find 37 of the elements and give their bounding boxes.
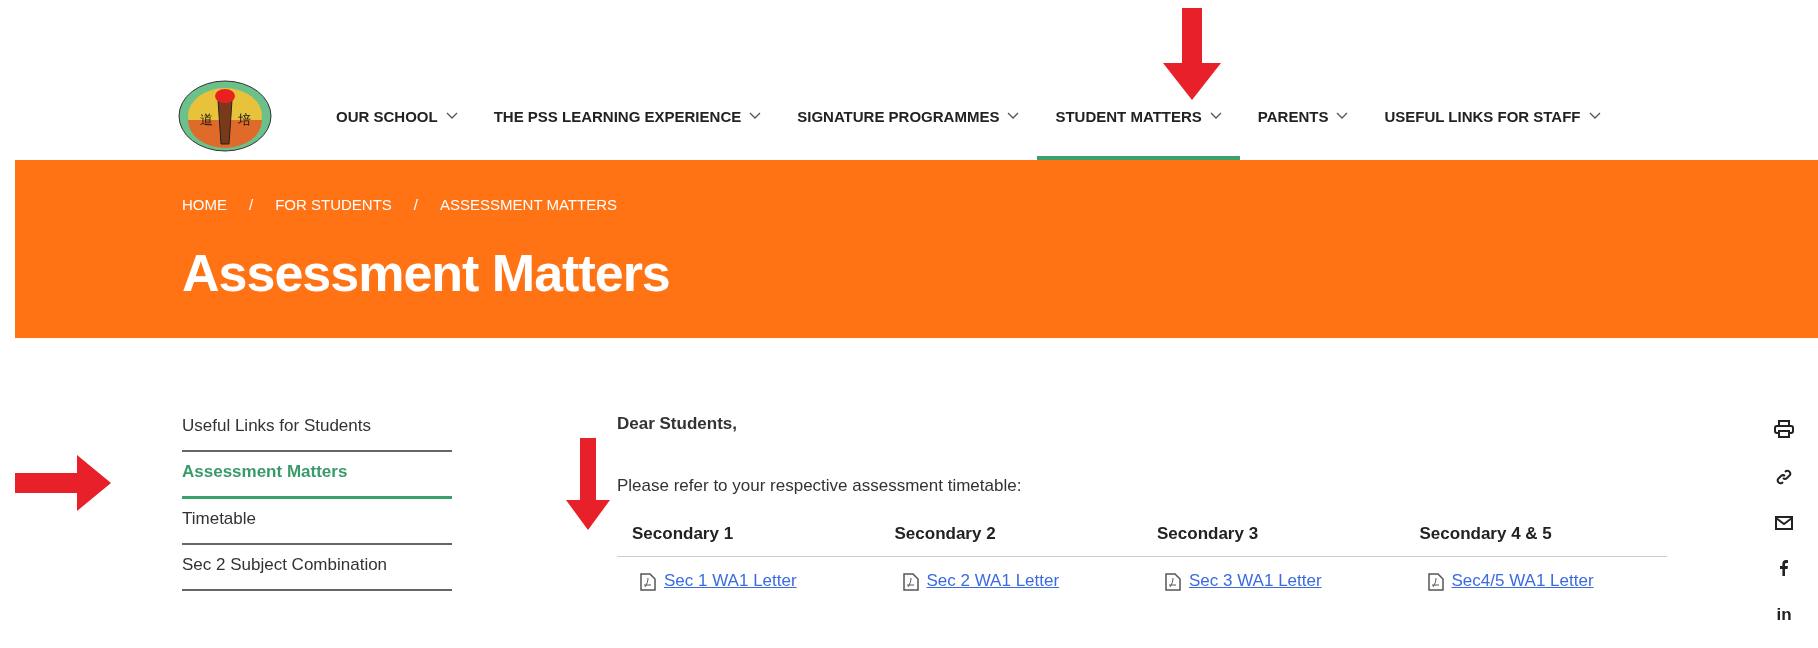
greeting-text: Dear Students,	[617, 414, 738, 434]
pdf-file-icon	[1427, 572, 1444, 591]
nav-menu-item[interactable]: OUR SCHOOL	[318, 76, 476, 160]
chevron-down-icon	[445, 112, 458, 120]
chevron-down-icon	[1209, 112, 1222, 120]
sidebar-link[interactable]: Useful Links for Students	[182, 406, 452, 452]
page-title: Assessment Matters	[182, 243, 671, 303]
chevron-down-icon	[749, 112, 762, 120]
sidebar-link[interactable]: Timetable	[182, 499, 452, 545]
nav-menu-item[interactable]: SIGNATURE PROGRAMMES	[779, 76, 1038, 160]
school-crest-logo[interactable]: 道 培	[178, 80, 272, 152]
facebook-icon[interactable]	[1779, 560, 1789, 576]
letter-pdf-link[interactable]: Sec4/5 WA1 Letter	[1451, 571, 1594, 590]
nav-menu-item[interactable]: PARENTS	[1239, 76, 1367, 160]
pdf-file-icon	[1165, 572, 1181, 591]
pdf-file-icon	[902, 572, 919, 591]
letter-pdf-link[interactable]: Sec 3 WA1 Letter	[1189, 571, 1322, 590]
nav-menu-item[interactable]: USEFUL LINKS FOR STAFF	[1366, 76, 1619, 160]
print-icon[interactable]	[1774, 420, 1794, 438]
intro-text: Please refer to your respective assessment timetable:	[617, 476, 1023, 496]
link-icon[interactable]	[1775, 468, 1793, 486]
sidebar-link[interactable]: Sec 2 Subject Combination	[182, 545, 452, 591]
column-header: Secondary 4 & 5	[1404, 512, 1667, 557]
chevron-down-icon	[1007, 112, 1020, 120]
chevron-down-icon	[1336, 112, 1349, 120]
chevron-down-icon	[1588, 112, 1601, 120]
mail-icon[interactable]	[1775, 516, 1793, 530]
column-header: Secondary 3	[1142, 512, 1405, 557]
pdf-file-icon	[640, 572, 656, 591]
column-header: Secondary 1	[617, 512, 880, 557]
linkedin-icon[interactable]: in	[1776, 606, 1792, 624]
breadcrumb-separator: /	[249, 196, 254, 213]
letter-pdf-link[interactable]: Sec 2 WA1 Letter	[926, 571, 1060, 590]
nav-menu-item[interactable]: THE PSS LEARNING EXPERIENCE	[475, 76, 780, 160]
column-header: Secondary 2	[879, 512, 1142, 557]
breadcrumb-separator: /	[413, 196, 418, 213]
letter-pdf-link[interactable]: Sec 1 WA1 Letter	[664, 571, 797, 590]
